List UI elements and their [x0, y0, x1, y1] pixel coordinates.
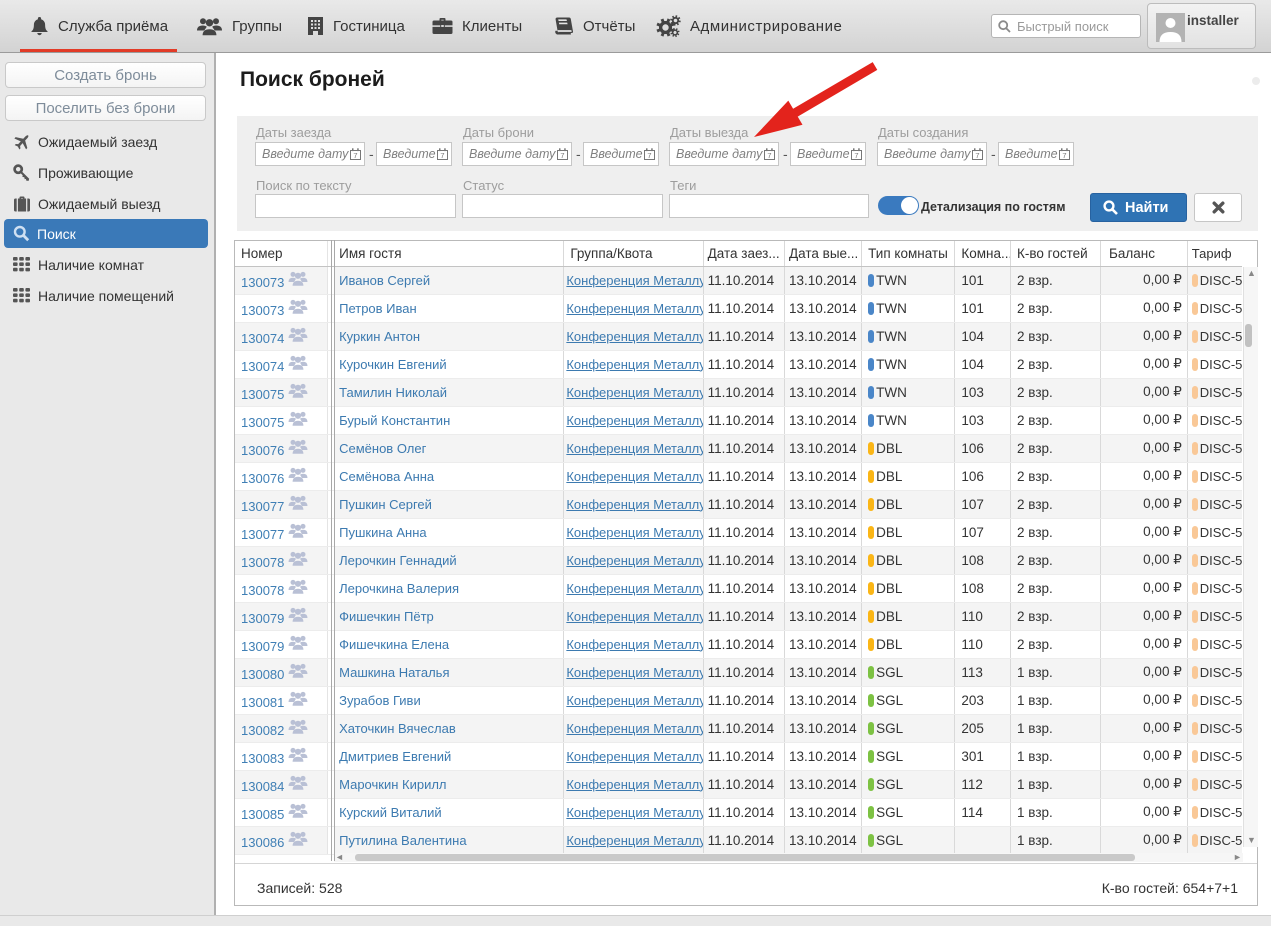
- svg-text:7: 7: [767, 151, 771, 160]
- svg-text:7: 7: [647, 151, 651, 160]
- svg-text:7: 7: [440, 151, 444, 160]
- svg-text:7: 7: [1062, 151, 1066, 160]
- svg-text:7: 7: [975, 151, 979, 160]
- svg-text:7: 7: [854, 151, 858, 160]
- svg-text:7: 7: [353, 151, 357, 160]
- svg-text:7: 7: [560, 151, 564, 160]
